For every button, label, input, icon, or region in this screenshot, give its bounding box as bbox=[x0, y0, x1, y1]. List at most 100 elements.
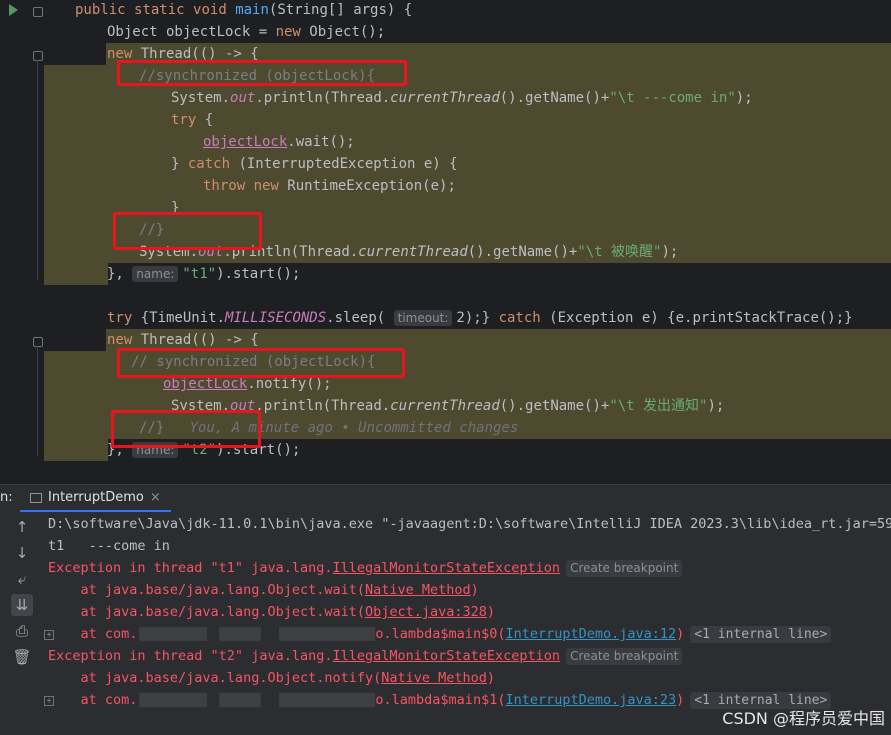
source-link-line-12[interactable]: InterruptDemo.java:12 bbox=[505, 626, 676, 642]
console-line: at java.base/java.lang.Object.notify(Nat… bbox=[48, 670, 496, 686]
code-token: ().getName()+ bbox=[499, 398, 610, 414]
code-line: }, name: "t1").start(); bbox=[107, 263, 300, 285]
fold-marker-icon[interactable] bbox=[33, 51, 43, 61]
source-link-line-23[interactable]: InterruptDemo.java:23 bbox=[505, 692, 676, 708]
code-token: throw bbox=[203, 178, 254, 194]
close-icon[interactable]: × bbox=[150, 490, 161, 505]
redacted-block bbox=[219, 627, 262, 641]
watermark: CSDN @程序员爱中国 bbox=[722, 709, 885, 728]
change-marker bbox=[37, 60, 38, 280]
code-token: (Exception e) {e.printStackTrace();} bbox=[549, 310, 853, 326]
code-token: out bbox=[230, 90, 256, 106]
redacted-block bbox=[279, 693, 376, 707]
run-main-icon[interactable] bbox=[9, 4, 18, 16]
code-token: (InterruptedException e) { bbox=[238, 156, 458, 172]
run-tool-tabs: n: InterruptDemo × bbox=[0, 484, 891, 512]
code-token: new bbox=[253, 178, 288, 194]
fold-marker-icon[interactable] bbox=[33, 337, 43, 347]
parameter-hint: name: bbox=[132, 266, 179, 282]
code-token: ().getName()+ bbox=[467, 244, 578, 260]
object-java-link[interactable]: Object.java:328 bbox=[365, 604, 487, 620]
code-token: main bbox=[235, 2, 269, 18]
change-highlight bbox=[44, 439, 108, 461]
arrow-up-icon[interactable]: ↑ bbox=[11, 516, 33, 538]
code-token: new bbox=[107, 332, 141, 348]
run-toolbar: ↑ ↓ ⤶ ⇊ ⎙ 🗑 bbox=[0, 512, 42, 735]
expand-icon[interactable]: + bbox=[44, 630, 54, 640]
exception-class-link[interactable]: IllegalMonitorStateException bbox=[332, 560, 560, 576]
code-line: try {TimeUnit.MILLISECONDS.sleep( timeou… bbox=[107, 307, 853, 329]
code-token: currentThread bbox=[390, 398, 500, 414]
create-breakpoint-button[interactable]: Create breakpoint bbox=[566, 560, 683, 577]
console-line: + at com. o.lambda$main$1(InterruptDemo.j… bbox=[44, 689, 832, 711]
annotation-box bbox=[113, 212, 262, 250]
code-line: try { bbox=[171, 109, 213, 131]
code-token: } bbox=[171, 156, 188, 172]
fold-marker-icon[interactable] bbox=[33, 7, 43, 17]
code-line: } catch (InterruptedException e) { bbox=[171, 153, 458, 175]
code-token: Object(); bbox=[309, 24, 386, 40]
code-token: ); bbox=[661, 244, 679, 260]
code-editor[interactable]: public static void main(String[] args) {… bbox=[0, 0, 891, 484]
code-line: objectLock.wait(); bbox=[203, 131, 355, 153]
code-token: {TimeUnit. bbox=[140, 310, 226, 326]
code-token: "t1" bbox=[182, 266, 217, 282]
console-line: + at com. o.lambda$main$0(InterruptDemo.j… bbox=[44, 623, 832, 645]
code-token: .println(Thread. bbox=[255, 398, 391, 414]
native-method-link[interactable]: Native Method bbox=[381, 670, 487, 686]
console-line: at java.base/java.lang.Object.wait(Nativ… bbox=[48, 582, 479, 598]
internal-line-chip[interactable]: <1 internal line> bbox=[690, 626, 832, 643]
code-token: .notify(); bbox=[247, 376, 332, 392]
redacted-block bbox=[279, 627, 376, 641]
annotation-box bbox=[117, 60, 407, 86]
code-token: void bbox=[193, 2, 236, 18]
code-token: static bbox=[134, 2, 194, 18]
code-token: (String[] args) { bbox=[268, 2, 413, 18]
annotation-box bbox=[117, 348, 405, 378]
code-token: .wait(); bbox=[287, 134, 355, 150]
annotation-box bbox=[111, 410, 261, 448]
code-token: catch bbox=[187, 156, 239, 172]
change-marker bbox=[37, 346, 38, 456]
console-line: Exception in thread "t1" java.lang.Illeg… bbox=[48, 557, 683, 579]
expand-icon[interactable]: + bbox=[44, 696, 54, 706]
scroll-to-end-icon[interactable]: ⇊ bbox=[11, 594, 33, 616]
console-output[interactable]: D:\software\Java\jdk-11.0.1\bin\java.exe… bbox=[42, 512, 891, 735]
trash-icon[interactable]: 🗑 bbox=[11, 646, 33, 668]
console-line: at java.base/java.lang.Object.wait(Objec… bbox=[48, 604, 496, 620]
code-token: }, bbox=[107, 266, 133, 282]
tab-interruptdemo[interactable]: InterruptDemo × bbox=[20, 485, 171, 512]
code-token: "\t ---come in" bbox=[609, 90, 736, 106]
redacted-block bbox=[139, 693, 208, 707]
code-token: "\t 被唤醒" bbox=[577, 244, 662, 260]
code-line: Object objectLock = new Object(); bbox=[107, 21, 385, 43]
code-line: public static void main(String[] args) { bbox=[75, 0, 412, 21]
code-token: currentThread bbox=[390, 90, 500, 106]
code-token: 2);} bbox=[456, 310, 499, 326]
code-token: try bbox=[107, 310, 141, 326]
code-token: System. bbox=[171, 90, 231, 106]
console-line: D:\software\Java\jdk-11.0.1\bin\java.exe… bbox=[48, 516, 891, 532]
create-breakpoint-button[interactable]: Create breakpoint bbox=[566, 648, 683, 665]
console-line: t1 ---come in bbox=[48, 538, 170, 554]
code-token: catch bbox=[498, 310, 550, 326]
code-token: try bbox=[171, 112, 205, 128]
code-token: RuntimeException(e); bbox=[287, 178, 456, 194]
exception-class-link[interactable]: IllegalMonitorStateException bbox=[332, 648, 560, 664]
run-label: n: bbox=[0, 490, 13, 505]
console-line: Exception in thread "t2" java.lang.Illeg… bbox=[48, 645, 683, 667]
code-token: Object objectLock = bbox=[107, 24, 276, 40]
code-token: .sleep( bbox=[326, 310, 394, 326]
console-tab-icon bbox=[30, 492, 42, 503]
arrow-down-icon[interactable]: ↓ bbox=[11, 542, 33, 564]
code-line: System.out.println(Thread.currentThread(… bbox=[171, 87, 753, 109]
code-token: { bbox=[204, 112, 214, 128]
code-token: ().getName()+ bbox=[499, 90, 610, 106]
print-icon[interactable]: ⎙ bbox=[11, 620, 33, 642]
ide-window: public static void main(String[] args) {… bbox=[0, 0, 891, 735]
code-token: Thread(() -> { bbox=[140, 332, 259, 348]
editor-gutter bbox=[0, 0, 44, 484]
code-token: .println(Thread. bbox=[255, 90, 391, 106]
native-method-link[interactable]: Native Method bbox=[365, 582, 471, 598]
soft-wrap-icon[interactable]: ⤶ bbox=[11, 568, 33, 590]
